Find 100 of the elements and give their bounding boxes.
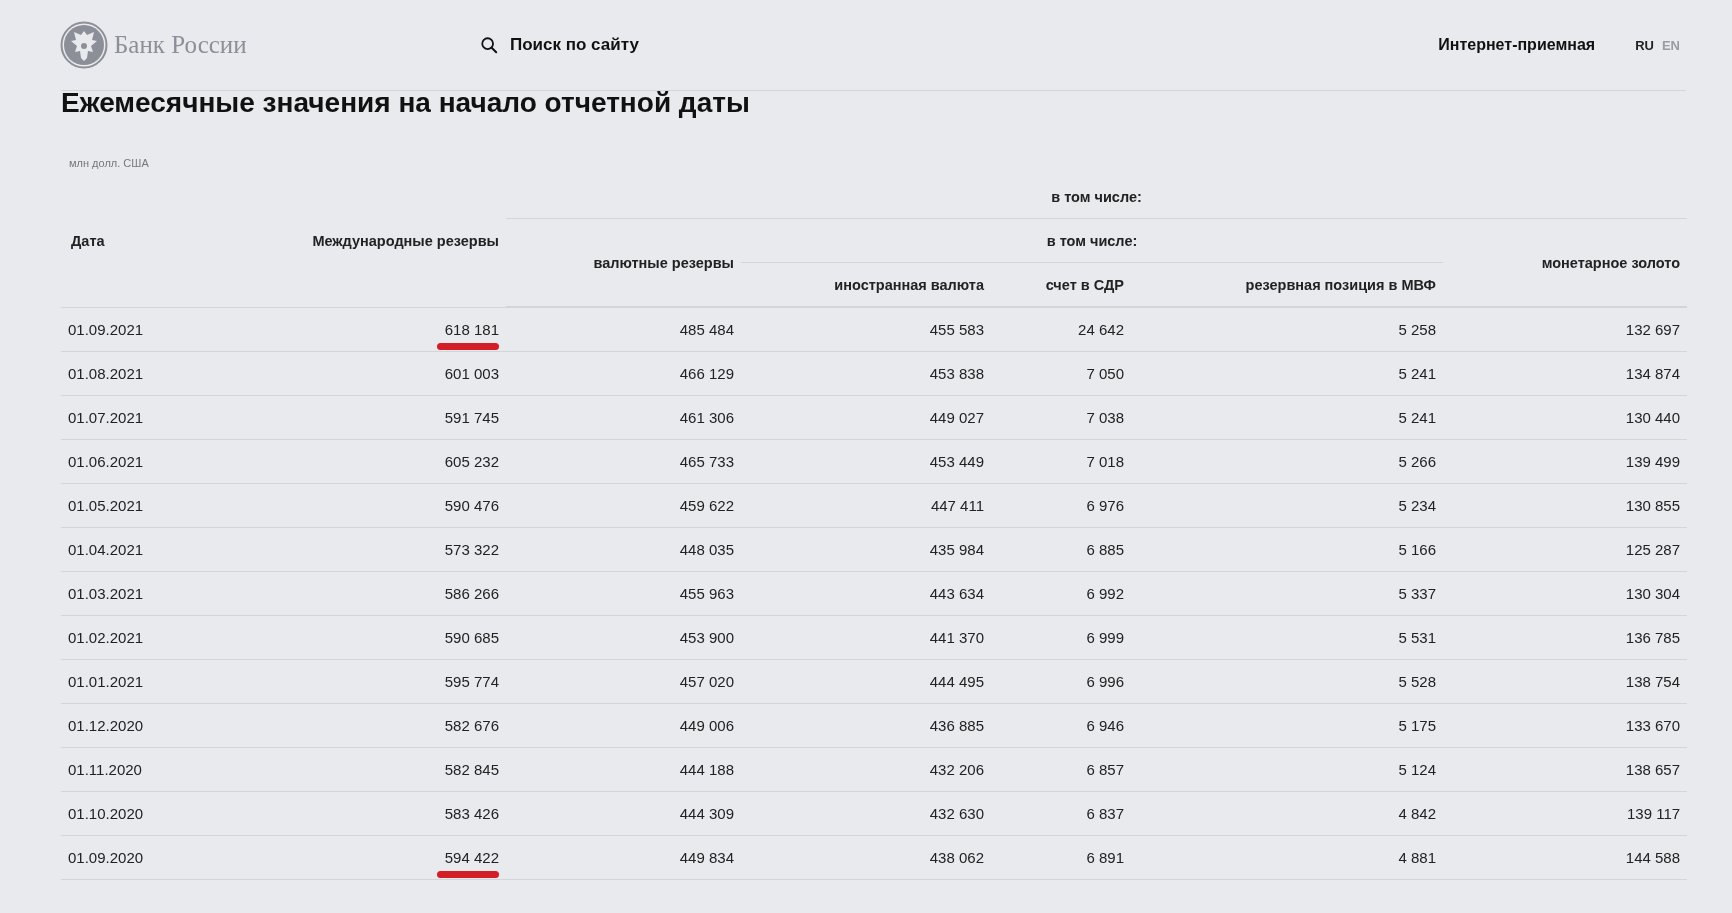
table-cell: 5 124 — [1398, 761, 1436, 778]
table-cell: 130 440 — [1625, 409, 1681, 426]
table-cell: 7 050 — [1086, 365, 1124, 382]
table-cell: 438 062 — [929, 849, 984, 866]
table-cell: 444 188 — [679, 761, 734, 778]
table-cell: 6 857 — [1086, 761, 1124, 778]
table-cell: 6 976 — [1086, 497, 1124, 514]
table-cell: 144 588 — [1625, 849, 1681, 866]
group-header: в том числе: — [1046, 232, 1138, 249]
table-cell: 01.09.2020 — [68, 849, 144, 866]
unit-label: млн долл. США — [69, 157, 150, 169]
table-cell: 138 657 — [1625, 761, 1681, 778]
table-cell: 136 785 — [1625, 629, 1681, 646]
table-cell: 01.09.2021 — [68, 321, 144, 338]
table-cell: 6 996 — [1086, 673, 1124, 690]
table-cell: 449 006 — [679, 717, 734, 734]
table-cell: 595 774 — [444, 673, 499, 690]
table-cell: 6 946 — [1086, 717, 1124, 734]
table-cell: 590 685 — [444, 629, 499, 646]
table-cell: 133 670 — [1625, 717, 1681, 734]
table-cell: 5 528 — [1398, 673, 1436, 690]
table-cell: 435 984 — [929, 541, 984, 558]
table-cell: 01.04.2021 — [68, 541, 144, 558]
table-cell: 138 754 — [1625, 673, 1681, 690]
table-cell: 573 322 — [444, 541, 499, 558]
table-cell: 134 874 — [1625, 365, 1681, 382]
table-cell: 465 733 — [679, 453, 734, 470]
table-cell: 591 745 — [444, 409, 499, 426]
table-cell: 24 642 — [1078, 321, 1124, 338]
table-cell: 01.01.2021 — [68, 673, 144, 690]
table-cell: 130 855 — [1625, 497, 1681, 514]
table-cell: 601 003 — [444, 365, 499, 382]
column-header: иностранная валюта — [834, 276, 984, 293]
emblem-logo-icon[interactable] — [60, 21, 108, 69]
table-cell: 130 304 — [1625, 585, 1681, 602]
table-cell: 6 837 — [1086, 805, 1124, 822]
table-cell: 01.07.2021 — [68, 409, 144, 426]
table-cell: 4 842 — [1398, 805, 1436, 822]
table-cell: 594 422 — [444, 849, 499, 866]
table-cell: 01.02.2021 — [68, 629, 144, 646]
table-cell: 6 999 — [1086, 629, 1124, 646]
table-cell: 436 885 — [929, 717, 984, 734]
group-header: в том числе: — [1051, 188, 1142, 205]
reception-link[interactable]: Интернет-приемная — [1438, 36, 1596, 54]
table-cell: 443 634 — [929, 585, 984, 602]
table-cell: 582 845 — [444, 761, 499, 778]
table-cell: 586 266 — [444, 585, 499, 602]
table-cell: 5 241 — [1398, 409, 1436, 426]
table-cell: 5 234 — [1398, 497, 1436, 514]
table-cell: 5 531 — [1398, 629, 1436, 646]
column-header: Международные резервы — [312, 232, 499, 249]
table-cell: 461 306 — [679, 409, 734, 426]
table-cell: 453 838 — [929, 365, 984, 382]
table-cell: 448 035 — [679, 541, 734, 558]
column-header: монетарное золото — [1541, 254, 1681, 271]
table-cell: 449 834 — [679, 849, 734, 866]
table-cell: 6 891 — [1086, 849, 1124, 866]
table-cell: 01.05.2021 — [68, 497, 144, 514]
table-cell: 459 622 — [679, 497, 734, 514]
table-cell: 4 881 — [1398, 849, 1436, 866]
table-cell: 5 241 — [1398, 365, 1436, 382]
table-cell: 432 206 — [929, 761, 984, 778]
table-cell: 453 900 — [679, 629, 734, 646]
table-cell: 01.08.2021 — [68, 365, 144, 382]
table-cell: 132 697 — [1625, 321, 1681, 338]
table-cell: 441 370 — [929, 629, 984, 646]
table-cell: 7 018 — [1086, 453, 1124, 470]
table-cell: 5 166 — [1398, 541, 1436, 558]
table-cell: 590 476 — [444, 497, 499, 514]
table-cell: 455 583 — [929, 321, 984, 338]
table-cell: 01.06.2021 — [68, 453, 144, 470]
table-cell: 6 885 — [1086, 541, 1124, 558]
column-header: валютные резервы — [593, 254, 734, 271]
table-cell: 6 992 — [1086, 585, 1124, 602]
table-cell: 447 411 — [930, 497, 984, 514]
table-cell: 5 258 — [1398, 321, 1436, 338]
table-cell: 457 020 — [679, 673, 734, 690]
search-button[interactable]: Поиск по сайту — [480, 35, 639, 55]
table-cell: 583 426 — [444, 805, 499, 822]
table-cell: 5 175 — [1398, 717, 1436, 734]
language-link[interactable]: RU — [1635, 37, 1654, 53]
table-cell: 01.10.2020 — [68, 805, 144, 822]
table-cell: 5 337 — [1398, 585, 1436, 602]
column-header: резервная позиция в МВФ — [1245, 276, 1436, 293]
table-cell: 455 963 — [679, 585, 734, 602]
table-cell: 466 129 — [679, 365, 734, 382]
column-header: Дата — [71, 232, 105, 249]
page-title: Ежемесячные значения на начало отчетной даты — [61, 89, 751, 117]
table-cell: 582 676 — [444, 717, 499, 734]
table-cell: 449 027 — [929, 409, 984, 426]
table-cell: 605 232 — [444, 453, 499, 470]
table-cell: 7 038 — [1086, 409, 1124, 426]
table-cell: 01.03.2021 — [68, 585, 144, 602]
column-header: счет в СДР — [1045, 276, 1124, 293]
search-icon — [480, 36, 498, 54]
table-cell: 139 499 — [1625, 453, 1681, 470]
table-cell: 444 495 — [929, 673, 984, 690]
table-cell: 5 266 — [1398, 453, 1436, 470]
table-cell: 139 117 — [1626, 805, 1681, 822]
table-cell: 485 484 — [679, 321, 734, 338]
